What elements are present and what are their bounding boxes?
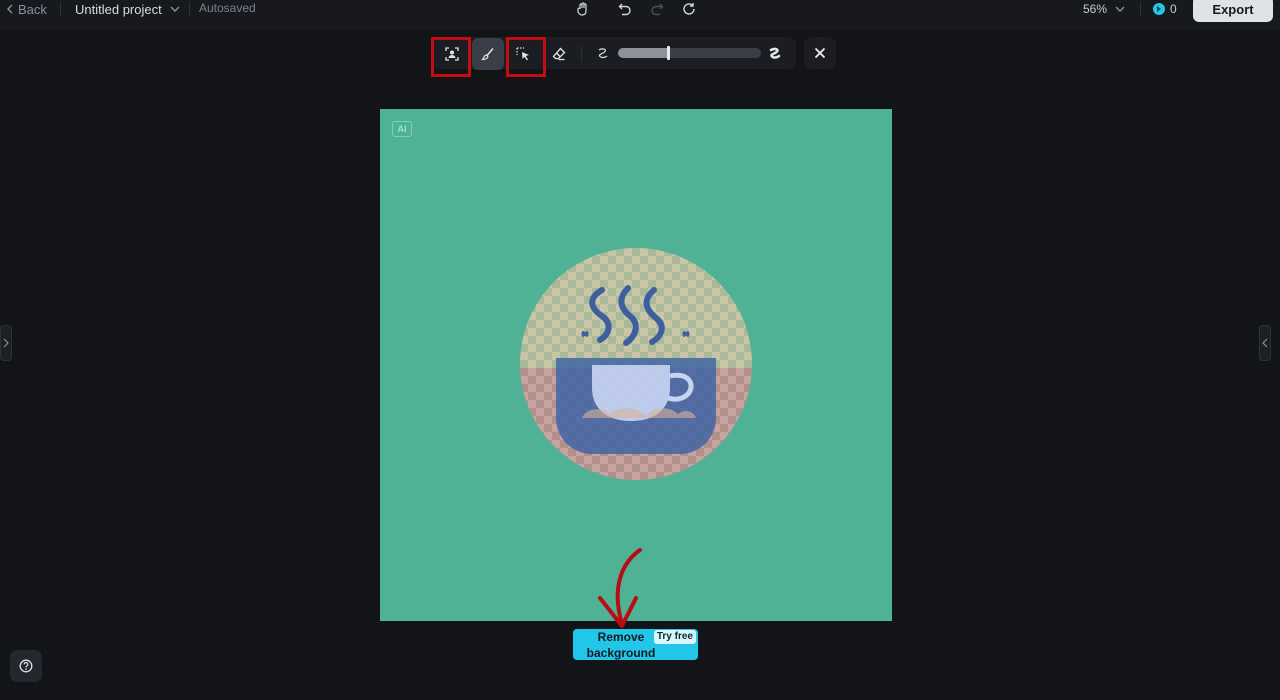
zoom-level: 56% — [1083, 2, 1108, 16]
right-panel-toggle[interactable] — [1259, 325, 1271, 361]
eraser-tool[interactable] — [543, 38, 575, 70]
chevron-left-icon — [7, 4, 13, 14]
back-label: Back — [18, 1, 47, 17]
export-button[interactable]: Export — [1193, 0, 1273, 22]
magic-select-tool[interactable] — [507, 38, 539, 70]
chevron-down-icon — [1115, 6, 1125, 12]
credits-count: 0 — [1170, 2, 1177, 16]
zoom-dropdown[interactable]: 56% — [1083, 0, 1125, 18]
ai-badge: AI — [392, 121, 412, 137]
divider — [189, 2, 190, 16]
undo-button[interactable] — [616, 0, 634, 18]
chevron-left-icon — [1262, 338, 1268, 348]
slider-thumb[interactable] — [667, 46, 670, 60]
brush-size-slider[interactable] — [618, 46, 761, 60]
thick-stroke-icon — [769, 47, 781, 59]
save-status: Autosaved — [199, 1, 256, 15]
help-button[interactable] — [10, 650, 42, 682]
left-panel-toggle[interactable] — [0, 325, 12, 361]
hand-icon — [577, 2, 587, 16]
pan-hand-button[interactable] — [574, 0, 592, 18]
undo-icon — [618, 3, 631, 16]
reset-button[interactable] — [680, 0, 698, 18]
top-bar: Back Untitled project Autosaved 56% 0 Ex… — [0, 0, 1280, 30]
project-title-menu[interactable]: Untitled project — [75, 0, 180, 18]
divider — [581, 46, 582, 62]
close-icon — [814, 47, 826, 59]
remove-background-button[interactable]: Remove background Try free — [573, 629, 698, 660]
remove-background-label: Remove background — [586, 630, 656, 660]
person-select-tool[interactable] — [436, 38, 468, 70]
divider — [60, 2, 61, 16]
redo-button[interactable] — [648, 0, 666, 18]
brush-tool[interactable] — [472, 38, 504, 70]
thin-stroke-icon — [598, 48, 608, 59]
close-toolbar-button[interactable] — [804, 37, 836, 69]
help-icon — [19, 659, 33, 673]
back-button[interactable]: Back — [6, 0, 47, 18]
eraser-icon — [552, 47, 566, 61]
divider — [1140, 2, 1141, 16]
chevron-down-icon — [170, 6, 180, 12]
credits-indicator[interactable]: 0 — [1153, 0, 1177, 18]
coffee-cup-image — [556, 285, 716, 454]
brush-icon — [481, 48, 494, 61]
credit-coin-icon — [1153, 3, 1165, 15]
magic-select-icon — [516, 47, 529, 61]
redo-icon — [651, 3, 664, 16]
chevron-right-icon — [3, 338, 9, 348]
brush-size-small-button[interactable] — [587, 38, 619, 70]
try-free-badge: Try free — [653, 630, 696, 644]
editor-canvas[interactable]: AI — [380, 109, 892, 621]
person-select-icon — [445, 47, 459, 61]
refresh-icon — [683, 3, 695, 15]
brush-size-large-button[interactable] — [759, 38, 791, 70]
slider-fill — [618, 48, 668, 58]
project-title: Untitled project — [75, 1, 162, 17]
